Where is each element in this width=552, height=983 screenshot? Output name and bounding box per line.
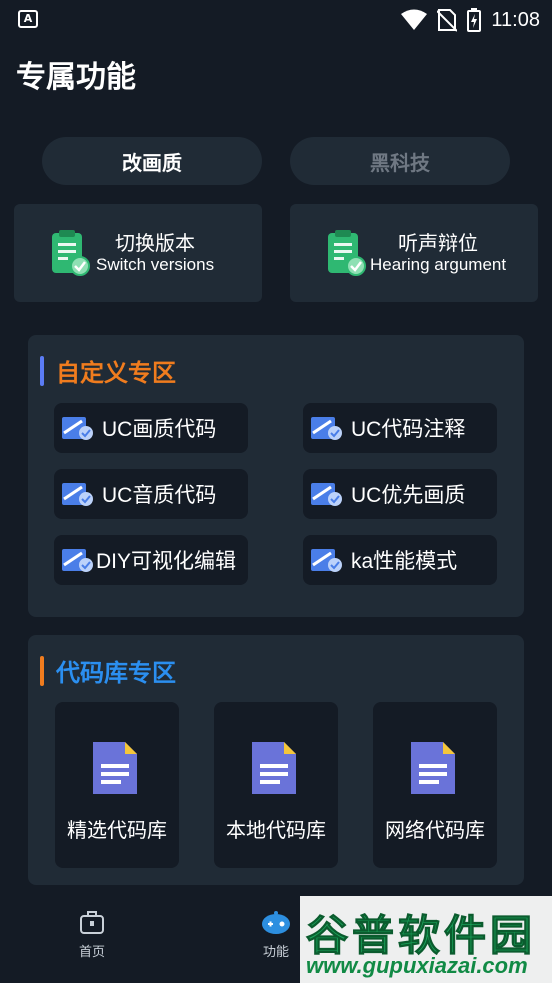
page-title: 专属功能 — [16, 60, 136, 95]
home-bag-icon — [80, 911, 104, 934]
switch-versions-card[interactable]: 切换版本 Switch versions — [14, 204, 262, 302]
ruler-check-icon — [311, 417, 342, 440]
robot-icon — [262, 911, 290, 934]
feature-card-subtitle: Hearing argument — [370, 255, 507, 274]
battery-charging-icon — [467, 8, 482, 32]
watermark: 谷普软件园 www.gupuxiazai.com — [300, 896, 552, 983]
tab-tech[interactable]: 黑科技 — [290, 137, 510, 185]
status-time: 11:08 — [491, 8, 540, 31]
ruler-check-icon — [311, 483, 342, 506]
uc-quality-code-button[interactable]: UC画质代码 — [54, 403, 248, 453]
no-sim-icon — [437, 9, 458, 32]
code-button-label: UC音质代码 — [102, 484, 217, 507]
ka-performance-mode-button[interactable]: ka性能模式 — [303, 535, 497, 585]
section-accent-bar — [40, 355, 44, 386]
app-notification-icon: A — [18, 10, 38, 28]
ruler-check-icon — [62, 549, 93, 572]
section-title: 代码库专区 — [56, 659, 176, 687]
section-title: 自定义专区 — [56, 359, 176, 387]
code-button-label: DIY可视化编辑 — [96, 550, 237, 573]
code-button-label: ka性能模式 — [351, 550, 458, 573]
featured-code-library-card[interactable]: 精选代码库 — [55, 702, 179, 868]
document-icon — [411, 742, 455, 794]
section-accent-bar — [40, 655, 44, 686]
uc-code-comment-button[interactable]: UC代码注释 — [303, 403, 497, 453]
section-header: 代码库专区 — [40, 653, 176, 688]
ruler-check-icon — [62, 417, 93, 440]
clipboard-check-icon — [52, 230, 90, 276]
hearing-argument-card[interactable]: 听声辩位 Hearing argument — [290, 204, 538, 302]
code-button-label: UC代码注释 — [351, 418, 466, 441]
code-button-label: UC画质代码 — [102, 418, 217, 441]
code-button-label: UC优先画质 — [351, 484, 466, 507]
feature-card-subtitle: Switch versions — [96, 255, 215, 274]
clipboard-check-icon — [328, 230, 366, 276]
wifi-icon — [401, 9, 428, 30]
feature-card-title: 切换版本 — [115, 231, 196, 255]
uc-priority-quality-button[interactable]: UC优先画质 — [303, 469, 497, 519]
nav-label: 首页 — [78, 945, 105, 960]
network-code-library-card[interactable]: 网络代码库 — [373, 702, 497, 868]
document-icon — [93, 742, 137, 794]
tab-quality[interactable]: 改画质 — [42, 137, 262, 185]
ruler-check-icon — [62, 483, 93, 506]
status-indicators: 11:08 — [401, 6, 540, 34]
library-card-label: 精选代码库 — [67, 818, 167, 842]
feature-card-title: 听声辩位 — [398, 231, 479, 255]
local-code-library-card[interactable]: 本地代码库 — [214, 702, 338, 868]
nav-home[interactable]: 首页 — [52, 909, 132, 960]
watermark-url: www.gupuxiazai.com — [306, 953, 528, 978]
uc-sound-code-button[interactable]: UC音质代码 — [54, 469, 248, 519]
diy-visual-edit-button[interactable]: DIY可视化编辑 — [54, 535, 248, 585]
library-card-label: 本地代码库 — [226, 818, 326, 842]
section-header: 自定义专区 — [40, 353, 176, 388]
custom-section: 自定义专区 UC画质代码 UC代码注释 UC音质代码 UC优先画质 DIY可视化… — [28, 335, 524, 617]
document-icon — [252, 742, 296, 794]
library-card-label: 网络代码库 — [385, 818, 485, 842]
status-bar: A 11:08 — [0, 0, 552, 40]
ruler-check-icon — [311, 549, 342, 572]
